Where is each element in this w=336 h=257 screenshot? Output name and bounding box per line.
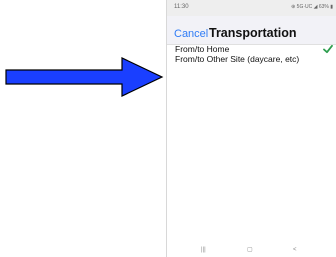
recents-button[interactable]: |||	[201, 247, 206, 253]
options-list: From/to Home From/to Other Site (daycare…	[167, 44, 336, 64]
navigation-bar: ||| ▢ <	[167, 243, 336, 257]
check-icon	[323, 44, 333, 54]
back-button[interactable]: <	[293, 247, 297, 253]
right-arrow-icon	[5, 57, 164, 97]
status-indicators: ⊕ 5G·UC ◢ 63% ▮	[291, 4, 333, 10]
cancel-button[interactable]: Cancel	[174, 28, 208, 40]
header-bar: Cancel Transportation	[167, 16, 336, 45]
status-bar: 11:30 ⊕ 5G·UC ◢ 63% ▮	[167, 0, 336, 16]
home-button[interactable]: ▢	[247, 247, 253, 253]
option-home[interactable]: From/to Home	[167, 44, 336, 54]
option-label: From/to Other Site (daycare, etc)	[175, 54, 300, 64]
option-other-site[interactable]: From/to Other Site (daycare, etc)	[167, 54, 336, 64]
phone-screen: 11:30 ⊕ 5G·UC ◢ 63% ▮ Cancel Transportat…	[166, 0, 336, 257]
status-time: 11:30	[174, 4, 189, 10]
page-title: Transportation	[209, 26, 297, 40]
option-label: From/to Home	[175, 44, 230, 54]
